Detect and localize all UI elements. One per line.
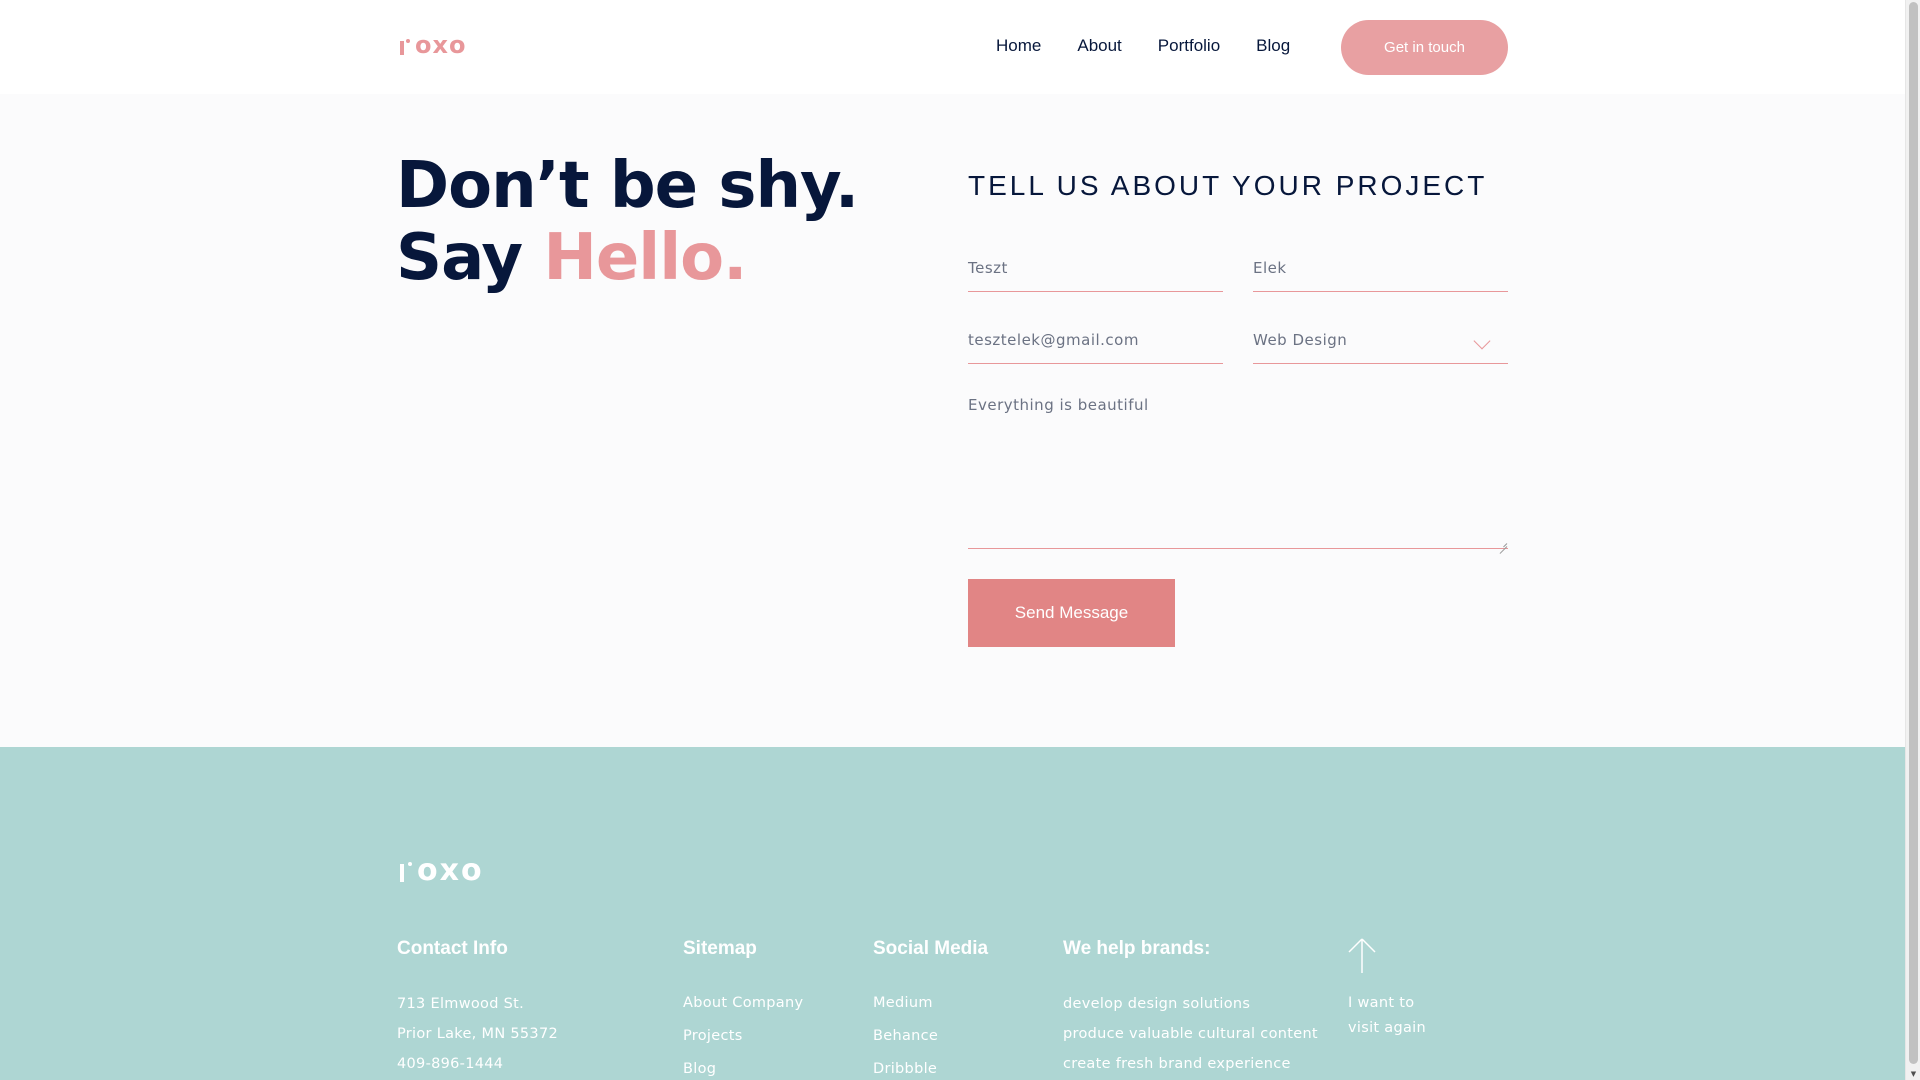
main-nav: Home About Portfolio Blog [996,34,1326,58]
arrow-up-icon [1348,938,1376,973]
nav-about[interactable]: About [1077,34,1121,58]
sitemap-column: Sitemap About Company Projects Blog [683,937,803,1080]
chevron-down-icon [1473,332,1491,350]
address-line-1: 713 Elmwood St. [397,996,525,1012]
service-select[interactable]: Web Design [1253,321,1508,364]
nav-home[interactable]: Home [996,34,1041,58]
page: oxo Home About Portfolio Blog Get in tou… [0,0,1905,1080]
brands-line-1: develop design solutions [1063,996,1251,1012]
last-name-field[interactable]: Elek [1253,249,1508,292]
back-to-top-line-2: visit again [1348,1020,1426,1036]
service-value: Web Design [1253,331,1348,349]
hero-hello: Hello. [543,221,747,295]
nav-blog[interactable]: Blog [1256,34,1290,58]
brands-column: We help brands: develop design solutions… [1063,937,1318,1079]
social-link-medium[interactable]: Medium [873,987,988,1020]
phone-number[interactable]: 409-896-1444 [397,1049,558,1079]
footer-logo-text: oxo [417,853,484,888]
sitemap-link-projects[interactable]: Projects [683,1020,803,1053]
nav-portfolio[interactable]: Portfolio [1158,34,1220,58]
email-value: tesztelek@gmail.com [968,331,1139,349]
social-media-title: Social Media [873,938,989,959]
form-title: TELL US ABOUT YOUR PROJECT [968,170,1488,201]
contact-info-title: Contact Info [397,938,508,959]
back-to-top-line-1: I want to [1348,995,1415,1011]
get-in-touch-button[interactable]: Get in touch [1341,20,1508,75]
logo-mark-icon [398,35,412,55]
page-scrollbar[interactable]: ▼ [1905,0,1920,1080]
message-textarea[interactable]: Everything is beautiful [968,394,1508,549]
message-value: Everything is beautiful [968,396,1149,414]
first-name-value: Teszt [968,259,1008,277]
contact-info-column: Contact Info 713 Elmwood St. Prior Lake,… [397,937,558,1079]
address-line-2: Prior Lake, MN 55372 [397,1026,558,1042]
social-media-column: Social Media Medium Behance Dribbble [873,937,988,1080]
sitemap-title: Sitemap [683,938,757,959]
brands-title: We help brands: [1063,938,1211,959]
hero-headline: Don’t be shy. Say Hello. [396,149,859,294]
hero-line-1: Don’t be shy. [396,149,859,223]
sitemap-link-about[interactable]: About Company [683,987,803,1020]
scrollbar-thumb[interactable] [1909,2,1918,1064]
first-name-field[interactable]: Teszt [968,249,1223,292]
brands-line-2: produce valuable cultural content [1063,1026,1318,1042]
send-message-button[interactable]: Send Message [968,579,1175,647]
scroll-down-arrow-icon[interactable]: ▼ [1909,1070,1918,1078]
social-link-behance[interactable]: Behance [873,1020,988,1053]
social-link-dribbble[interactable]: Dribbble [873,1053,988,1080]
footer-logo[interactable]: oxo [398,853,484,888]
resize-handle-icon[interactable] [1499,539,1507,547]
contact-section: Don’t be shy. Say Hello. TELL US ABOUT Y… [0,94,1905,747]
site-header: oxo Home About Portfolio Blog Get in tou… [0,0,1905,94]
hero-say: Say [396,221,544,295]
brands-line-3: create fresh brand experience [1063,1056,1291,1072]
last-name-value: Elek [1253,259,1287,277]
logo-mark-icon [398,860,414,882]
back-to-top-link[interactable]: I want to visit again [1348,937,1426,1041]
site-footer: oxo Contact Info 713 Elmwood St. Prior L… [0,747,1905,1080]
logo[interactable]: oxo [398,31,467,59]
sitemap-link-blog[interactable]: Blog [683,1053,803,1080]
logo-text: oxo [415,31,467,59]
email-field[interactable]: tesztelek@gmail.com [968,321,1223,364]
hero-line-2: Say Hello. [396,222,858,294]
